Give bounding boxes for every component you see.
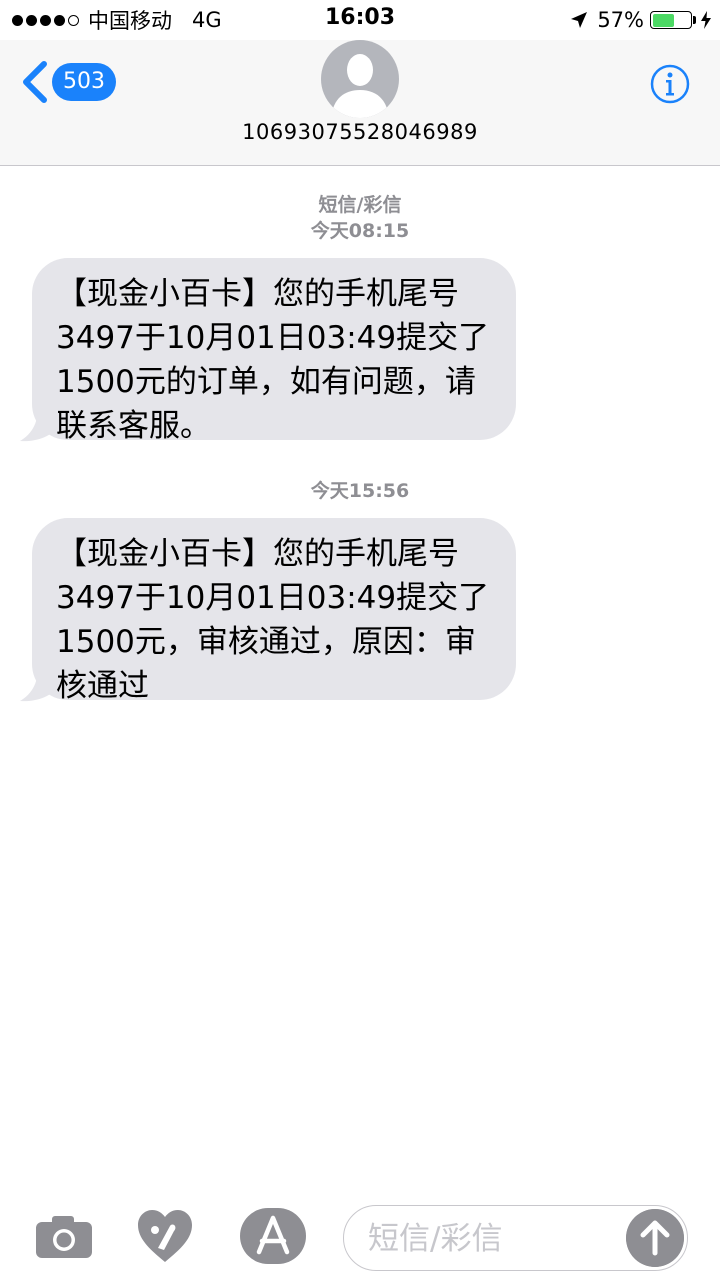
message-bubble[interactable]: 【现金小百卡】您的手机尾号 3497于10月01日03:49提交了 1500元，… — [32, 518, 516, 704]
message-timestamp: 今天15:56 — [310, 480, 410, 502]
charging-bolt-icon — [701, 11, 711, 29]
conversation-header: 503 10693075528046989 — [0, 40, 720, 166]
message-bubble[interactable]: 【现金小百卡】您的手机尾号 3497于10月01日03:49提交了 1500元的… — [32, 258, 516, 444]
message-line: 【现金小百卡】您的手机尾号 — [56, 536, 459, 572]
message-input[interactable] — [366, 1216, 620, 1262]
message-line: 3497于10月01日03:49提交了 — [56, 320, 490, 356]
message-line: 核通过 — [56, 668, 149, 704]
bubble-tail — [20, 658, 58, 702]
message-line: 联系客服。 — [56, 408, 211, 444]
send-arrow-icon[interactable] — [626, 1209, 684, 1267]
message-line: 1500元的订单，如有问题，请 — [56, 364, 476, 400]
chevron-left-icon — [23, 61, 47, 103]
contact-number[interactable]: 10693075528046989 — [0, 120, 720, 144]
app-store-icon[interactable] — [240, 1208, 306, 1264]
status-bar: 中国移动 4G 16:03 57% — [0, 0, 720, 40]
location-arrow-icon — [571, 12, 588, 28]
digital-touch-icon[interactable] — [136, 1208, 194, 1264]
message-input-field[interactable] — [343, 1205, 688, 1271]
avatar-icon[interactable] — [321, 40, 399, 118]
status-right: 57% — [569, 6, 712, 34]
message-timestamp: 今天08:15 — [310, 220, 410, 242]
avatar-silhouette — [331, 54, 389, 118]
bubble-tail — [20, 398, 58, 442]
unread-count-badge: 503 — [52, 63, 116, 101]
back-button[interactable]: 503 — [20, 60, 116, 104]
battery-fill — [652, 13, 674, 27]
message-line: 1500元，审核通过，原因：审 — [56, 624, 476, 660]
composer-bar — [0, 1190, 720, 1280]
battery-cap — [693, 16, 696, 24]
camera-icon[interactable] — [36, 1214, 92, 1258]
battery-percent: 57% — [597, 8, 644, 32]
message-line: 【现金小百卡】您的手机尾号 — [56, 276, 459, 312]
service-label: 短信/彩信 — [318, 194, 402, 216]
message-line: 3497于10月01日03:49提交了 — [56, 580, 490, 616]
battery-icon — [650, 11, 692, 29]
info-icon[interactable] — [650, 64, 690, 104]
